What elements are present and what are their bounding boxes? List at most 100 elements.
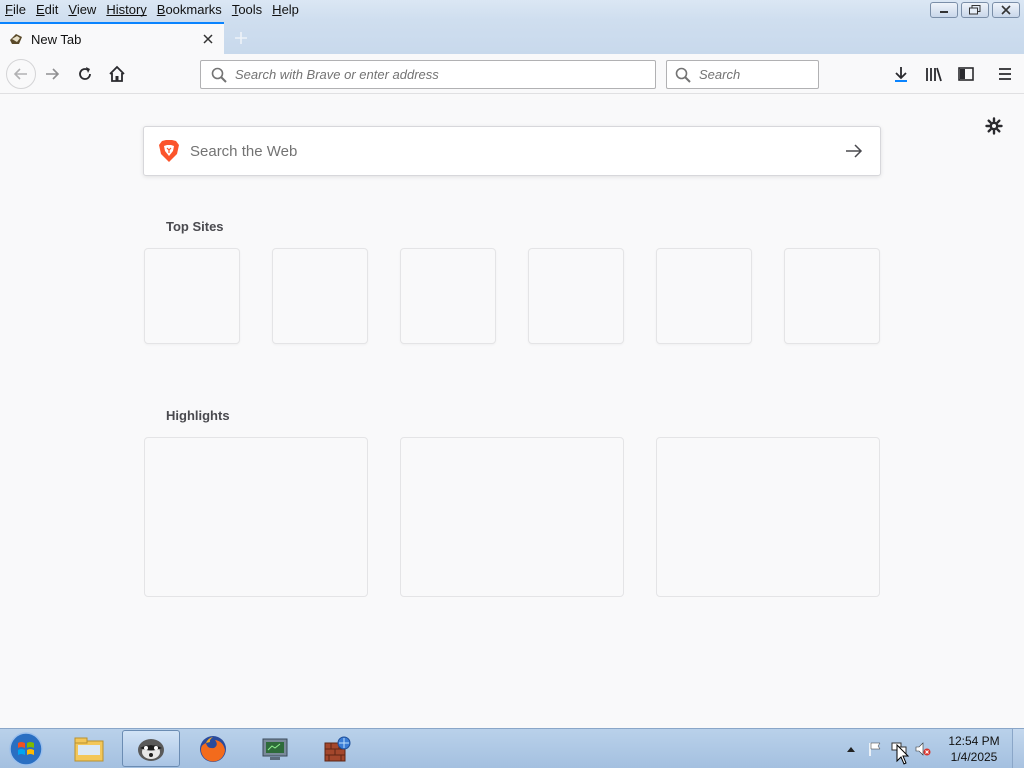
menu-edit[interactable]: Edit (31, 1, 63, 19)
action-center-icon[interactable] (866, 740, 884, 758)
menu-help-accel: H (272, 2, 282, 17)
menu-help[interactable]: Help (267, 1, 304, 19)
highlight-card[interactable] (656, 437, 880, 597)
highlight-card[interactable] (400, 437, 624, 597)
menu-view-label: iew (76, 2, 97, 17)
flag-icon (869, 742, 881, 756)
tab-close-button[interactable] (200, 31, 216, 47)
search-icon (675, 67, 691, 83)
taskbar-firefox[interactable] (184, 730, 242, 767)
customize-settings-button[interactable] (983, 115, 1005, 137)
computer-network-icon (262, 738, 288, 760)
top-site-tile[interactable] (272, 248, 368, 344)
address-bar[interactable]: Search with Brave or enter address (200, 60, 656, 89)
start-button[interactable] (4, 731, 48, 767)
menu-file[interactable]: File (0, 1, 31, 19)
menu-file-label: ile (12, 2, 26, 17)
library-icon (926, 67, 942, 82)
top-site-tile[interactable] (144, 248, 240, 344)
restore-button[interactable] (961, 2, 989, 18)
firefox-icon (200, 735, 226, 762)
menu-bookmarks-label: ookmarks (165, 2, 222, 17)
menu-button[interactable] (991, 60, 1019, 88)
library-button[interactable] (920, 60, 948, 88)
address-bar-placeholder: Search with Brave or enter address (235, 67, 439, 82)
home-icon (109, 65, 125, 82)
menu-edit-label: dit (44, 2, 59, 17)
minimize-button[interactable] (930, 2, 958, 18)
menu-bookmarks[interactable]: Bookmarks (152, 1, 227, 19)
system-clock[interactable]: 12:54 PM 1/4/2025 (940, 733, 1008, 765)
download-icon (895, 67, 907, 82)
menu-bar: File Edit View History Bookmarks Tools H… (0, 0, 1024, 20)
close-window-button[interactable] (992, 2, 1020, 18)
tab-new-tab[interactable]: New Tab (0, 22, 224, 54)
taskbar-system-app[interactable] (246, 730, 304, 767)
web-search-box[interactable]: Search the Web (143, 126, 881, 176)
clock-time: 12:54 PM (948, 734, 1000, 748)
home-button[interactable] (103, 60, 131, 88)
plus-icon (235, 32, 247, 44)
menu-file-accel: F (5, 2, 13, 17)
close-icon (203, 34, 213, 44)
folder-icon (74, 737, 104, 761)
back-button[interactable] (6, 59, 36, 89)
minimize-icon (940, 11, 948, 13)
arrow-right-icon (46, 68, 60, 80)
tab-favicon-icon (10, 34, 22, 44)
windows-start-icon (9, 732, 43, 766)
menu-tools[interactable]: Tools (227, 1, 267, 19)
arrow-right-icon (846, 144, 863, 158)
menu-edit-accel: E (35, 2, 45, 17)
web-search-placeholder: Search the Web (190, 142, 298, 160)
taskbar-firewall-app[interactable] (308, 730, 366, 767)
arrow-left-icon (13, 68, 27, 80)
menu-view-accel: V (68, 2, 77, 17)
system-tray (842, 737, 932, 761)
mouse-cursor-icon (896, 744, 910, 765)
window-controls (930, 2, 1020, 18)
firewall-icon (324, 736, 351, 761)
chevron-up-icon (847, 747, 855, 752)
highlights-title: Highlights (166, 408, 230, 423)
sidebar-toggle-button[interactable] (952, 60, 980, 88)
search-bar-placeholder: Search (699, 67, 741, 82)
highlight-card[interactable] (144, 437, 368, 597)
taskbar-explorer[interactable] (60, 730, 118, 767)
downloads-button[interactable] (887, 60, 915, 88)
menu-history[interactable]: History (101, 1, 151, 19)
tab-strip: New Tab (0, 20, 1024, 54)
show-desktop-button[interactable] (1012, 729, 1024, 768)
top-site-tile[interactable] (528, 248, 624, 344)
gear-icon (985, 117, 1003, 135)
forward-button[interactable] (38, 60, 66, 88)
hamburger-menu-icon (999, 68, 1011, 80)
reload-icon (79, 67, 91, 80)
restore-icon (969, 5, 981, 15)
navigation-toolbar: Search with Brave or enter address Searc… (0, 54, 1024, 94)
raccoon-icon (138, 738, 164, 761)
clock-date: 1/4/2025 (950, 750, 998, 764)
menu-view[interactable]: View (63, 1, 101, 19)
top-site-tile[interactable] (784, 248, 880, 344)
menu-help-label: elp (281, 2, 299, 17)
new-tab-button[interactable] (230, 27, 252, 49)
search-icon (211, 67, 227, 83)
web-search-go-button[interactable] (834, 131, 874, 171)
tab-title: New Tab (31, 31, 82, 47)
top-sites-title: Top Sites (166, 219, 224, 234)
reload-button[interactable] (71, 60, 99, 88)
show-hidden-icons-button[interactable] (842, 740, 860, 758)
top-site-tile[interactable] (656, 248, 752, 344)
top-site-tile[interactable] (400, 248, 496, 344)
search-bar[interactable]: Search (666, 60, 819, 89)
sidebar-icon (958, 67, 974, 81)
brave-logo-icon (159, 140, 179, 162)
taskbar: 12:54 PM 1/4/2025 (0, 728, 1024, 768)
taskbar-raccoon-app[interactable] (122, 730, 180, 767)
volume-icon[interactable] (914, 740, 932, 758)
menu-tools-label: ools (238, 2, 263, 17)
menu-history-label: History (106, 2, 147, 17)
volume-muted-icon (915, 742, 931, 756)
close-icon (1001, 5, 1011, 15)
